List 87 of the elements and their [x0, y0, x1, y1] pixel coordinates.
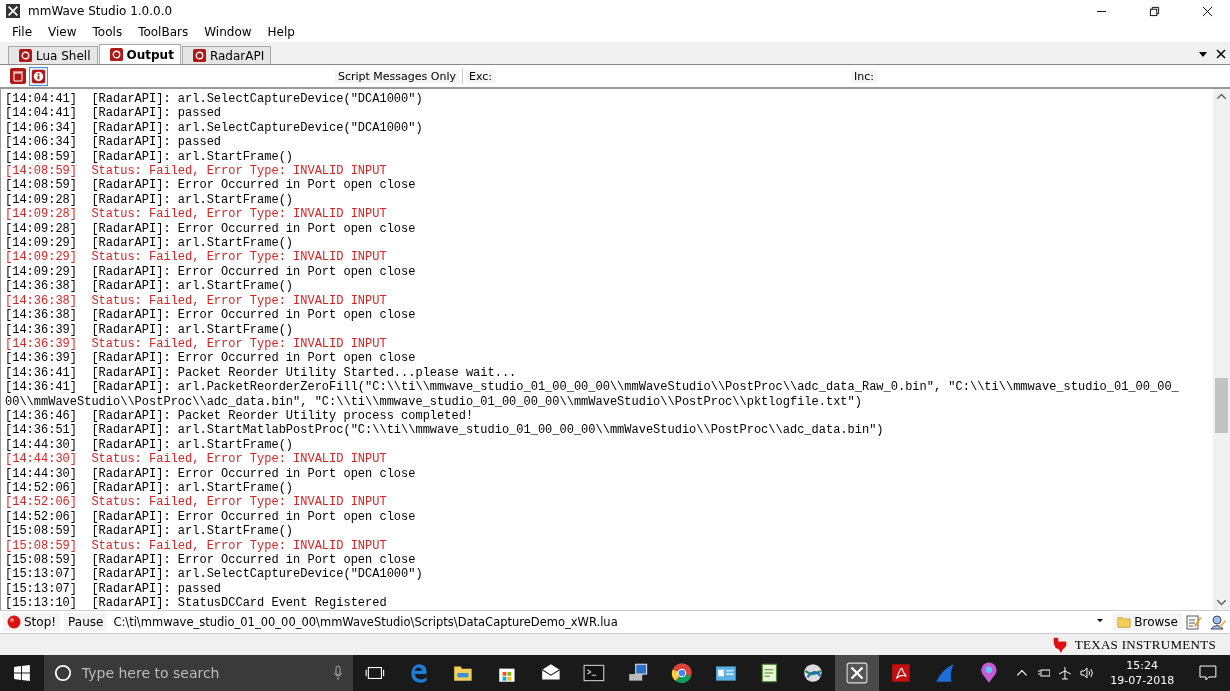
tab[interactable]: Lua Shell [8, 46, 98, 64]
log-line: [14:52:06] [RadarAPI]: arl.StartFrame() [5, 480, 295, 496]
clock-date[interactable]: 19-07-2018 [1110, 674, 1175, 687]
log-line: [15:13:07] [RadarAPI]: arl.SelectCaptureDevice("DCA1000") [5, 567, 424, 582]
log-line: [14:06:34] [RadarAPI]: arl.SelectCaptureDevice("DCA1000") [5, 120, 424, 136]
window-title: mmWave Studio 1.0.0.0 [28, 4, 173, 18]
edge-browser-icon[interactable] [408, 662, 430, 684]
exclude-label: Exc: [466, 69, 495, 83]
log-line: [14:09:28] [RadarAPI]: Error Occurred in Port open close [5, 221, 417, 237]
log-line: [15:13:07] [RadarAPI]: passed [5, 581, 223, 597]
log-line: [14:44:30] [RadarAPI]: arl.StartFrame() [5, 437, 295, 453]
log-line: [14:06:34] [RadarAPI]: passed [5, 135, 223, 150]
log-line: [14:36:39] [RadarAPI]: arl.StartFrame() [5, 322, 295, 337]
menu-item[interactable]: ToolBars [130, 24, 197, 40]
tab-icon [192, 49, 206, 62]
log-line: [14:44:30] [RadarAPI]: Error Occurred in Port open close [5, 466, 417, 481]
notification-icon[interactable] [1198, 663, 1218, 683]
script-path-field[interactable]: C:\ti\mmwave_studio_01_00_00_00\mmWaveStudio\Scripts\DataCaptureDemo_xWR.lua [111, 613, 1088, 631]
windows-start-icon[interactable] [14, 665, 30, 681]
log-line: [14:04:41] [RadarAPI]: arl.SelectCaptureDevice("DCA1000") [5, 92, 424, 107]
airplane-icon[interactable] [1058, 666, 1073, 680]
globe-icon[interactable] [802, 662, 825, 684]
shark-fin-icon[interactable] [934, 662, 956, 684]
tools-icon[interactable] [846, 662, 869, 684]
log-line: [14:36:38] [RadarAPI]: arl.StartFrame() [5, 279, 295, 294]
tools-icon [6, 4, 20, 18]
log-line: [14:44:30] Status: Failed, Error Type: INVALID INPUT [5, 452, 388, 467]
active-app-tile[interactable] [835, 655, 880, 691]
log-line: [15:13:10] [RadarAPI]: StatusDCCard Event Registered [5, 596, 388, 610]
log-line: [14:36:41] [RadarAPI]: Packet Reorder Utility Started...please wait... [5, 365, 518, 381]
log-line: [14:52:06] [RadarAPI]: Error Occurred in Port open close [5, 509, 417, 525]
dropdown-caret-icon[interactable] [1198, 49, 1208, 59]
speaker-icon[interactable] [1080, 666, 1095, 680]
menu-item[interactable]: Tools [84, 24, 131, 40]
menu-item[interactable]: Help [259, 24, 303, 40]
log-line: [15:08:59] [RadarAPI]: arl.StartFrame() [5, 524, 295, 539]
clear-icon[interactable] [10, 68, 26, 84]
menu-item[interactable]: Window [196, 24, 260, 40]
log-line: [14:04:41] [RadarAPI]: passed [5, 106, 223, 121]
log-line: [14:52:06] Status: Failed, Error Type: INVALID INPUT [5, 495, 388, 510]
log-line: [15:08:59] [RadarAPI]: Error Occurred in Port open close [5, 553, 417, 568]
clock-time[interactable]: 15:24 [1126, 659, 1159, 672]
tab[interactable]: Output [98, 44, 181, 64]
chrome-icon[interactable] [671, 662, 693, 684]
maximize-icon[interactable] [1149, 5, 1160, 17]
log-line: [14:09:29] [RadarAPI]: Error Occurred in Port open close [5, 264, 417, 280]
browse-button[interactable]: Browse [1113, 613, 1182, 631]
filter-toggle[interactable]: Script Messages Only [334, 69, 459, 83]
stop-icon [7, 615, 21, 629]
scrollbar[interactable] [1213, 89, 1230, 610]
terminal-icon[interactable] [583, 662, 606, 684]
taskbar-search-field[interactable]: Type here to search [43, 655, 354, 691]
log-line: [14:36:38] [RadarAPI]: Error Occurred in Port open close [5, 308, 417, 323]
tab-icon [19, 49, 32, 62]
info-icon[interactable] [29, 66, 48, 86]
log-line: [14:09:29] Status: Failed, Error Type: INVALID INPUT [5, 250, 388, 265]
log-line: [14:08:59] [RadarAPI]: Error Occurred in Port open close [5, 178, 417, 193]
microphone-icon[interactable] [333, 665, 344, 681]
close-icon[interactable] [1216, 49, 1226, 59]
menu-item[interactable]: View [40, 24, 85, 40]
log-line: [14:36:51] [RadarAPI]: arl.StartMatlabPostProc("C:\\ti\\mmwave_studio_01_00_00_00\\mmWaveStudio\\PostProc\\adc_data.bin") [5, 423, 885, 438]
log-line: [14:36:39] [RadarAPI]: Error Occurred in Port open close [5, 351, 417, 366]
log-line: [14:08:59] [RadarAPI]: arl.StartFrame() [5, 149, 295, 165]
tab-icon [109, 48, 123, 61]
battery-icon[interactable] [1036, 666, 1051, 680]
include-label: Inc: [851, 69, 877, 83]
log-line: [14:08:59] Status: Failed, Error Type: INVALID INPUT [5, 164, 388, 179]
log-line: [15:08:59] Status: Failed, Error Type: INVALID INPUT [5, 538, 388, 553]
close-icon[interactable] [1202, 5, 1213, 17]
log-line: [14:09:28] [RadarAPI]: arl.StartFrame() [5, 192, 295, 208]
log-line: [14:36:39] Status: Failed, Error Type: INVALID INPUT [5, 336, 388, 352]
user-edit-icon[interactable] [1210, 614, 1226, 630]
log-line: [14:09:28] Status: Failed, Error Type: INVALID INPUT [5, 207, 388, 222]
stop-button[interactable]: Stop! [3, 613, 61, 631]
brand-logo-text: TEXAS INSTRUMENTS [1074, 636, 1216, 653]
log-line: [14:36:41] [RadarAPI]: arl.PacketReorderZeroFill("C:\\ti\\mmwave_studio_01_00_00_00\\mmWaveStudio\\PostProc\\adc_data_Raw_0.bin", "C:\\ti\\mmwave_studio_01_00_00_00\\mmWaveStudio\\PostProc\\adc_data.bin", "C:\\ti\\mmwave_studio_01_00_00_00\\mmWaveStudio\\PostProc\\pktlogfile.txt") [5, 380, 1180, 409]
computer-icon[interactable] [627, 662, 650, 684]
pause-button[interactable]: Pause [64, 613, 108, 631]
scrollbar-thumb[interactable] [1215, 378, 1228, 433]
cortana-circle-icon [53, 664, 72, 682]
log-line: [14:36:38] Status: Failed, Error Type: INVALID INPUT [5, 293, 388, 309]
pdf-icon[interactable] [890, 662, 913, 684]
log-line: [14:09:29] [RadarAPI]: arl.StartFrame() [5, 236, 295, 251]
log-line: [14:36:46] [RadarAPI]: Packet Reorder Utility process completed! [5, 408, 475, 424]
tab[interactable]: RadarAPI [181, 46, 272, 64]
folder-icon [1117, 615, 1132, 629]
menu-item[interactable]: File [4, 24, 41, 40]
